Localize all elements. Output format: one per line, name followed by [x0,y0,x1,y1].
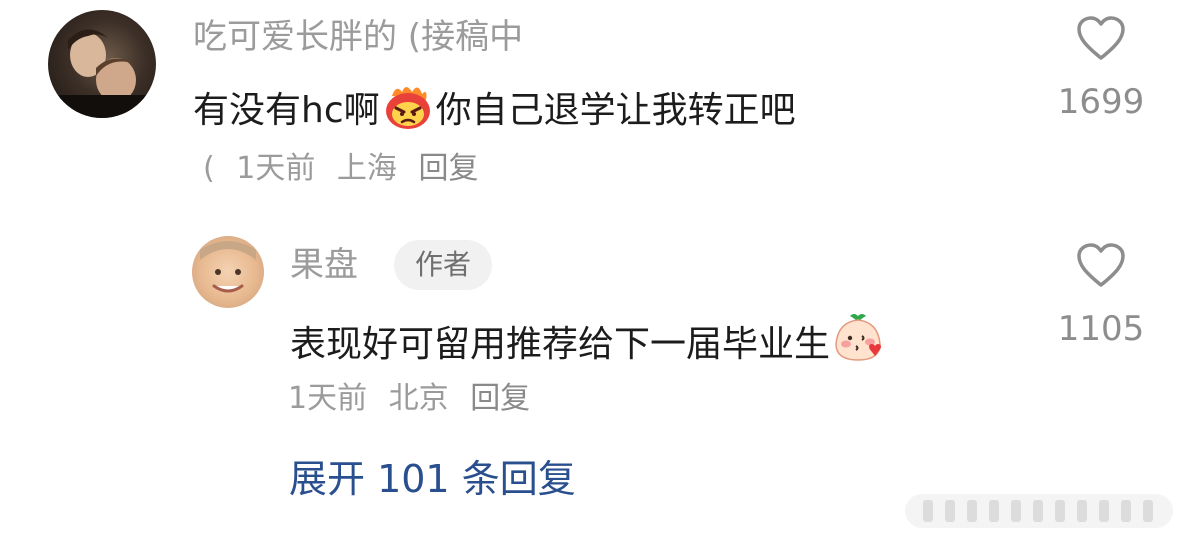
angry-face-icon [385,87,430,129]
like-count: 1699 [1057,82,1145,122]
comment-text-part: 有没有hc啊 [193,90,380,131]
like-count: 1105 [1057,309,1145,349]
comment-text-part: 表现好可留用推荐给下一届毕业生 [290,324,831,365]
heart-icon [1077,16,1125,60]
avatar-photo [48,29,156,118]
comment-text-part: 你自己退学让我转正吧 [435,90,796,131]
expand-replies-link[interactable]: 展开 101 条回复 [289,460,576,498]
reply-button[interactable]: 回复 [470,381,530,416]
username[interactable]: 吃可爱长胖的 (接稿中 [193,20,523,54]
avatar-photo [200,241,256,293]
comment-meta: 1天前 北京 回复 [288,384,542,414]
location: 北京 [388,381,449,416]
paren: ( [203,151,215,186]
location: 上海 [336,151,397,186]
comment-text: 有没有hc啊 你自己退学让我转正吧 [193,84,796,130]
reply-button[interactable]: 回复 [418,151,478,186]
heart-icon [1077,243,1125,287]
comment-text: 表现好可留用推荐给下一届毕业生 [290,312,888,364]
timestamp: 1天前 [288,381,368,416]
like-button[interactable]: 1105 [1046,243,1156,349]
like-button[interactable]: 1699 [1046,16,1156,122]
timestamp: 1天前 [236,151,316,186]
comment-meta: ( 1天前 上海 回复 [203,154,490,184]
watermark [905,494,1173,528]
blushing-blob-icon [835,314,882,361]
avatar[interactable] [48,10,156,118]
username[interactable]: 果盘 [290,248,358,282]
author-badge: 作者 [394,240,492,290]
avatar[interactable] [192,236,264,308]
